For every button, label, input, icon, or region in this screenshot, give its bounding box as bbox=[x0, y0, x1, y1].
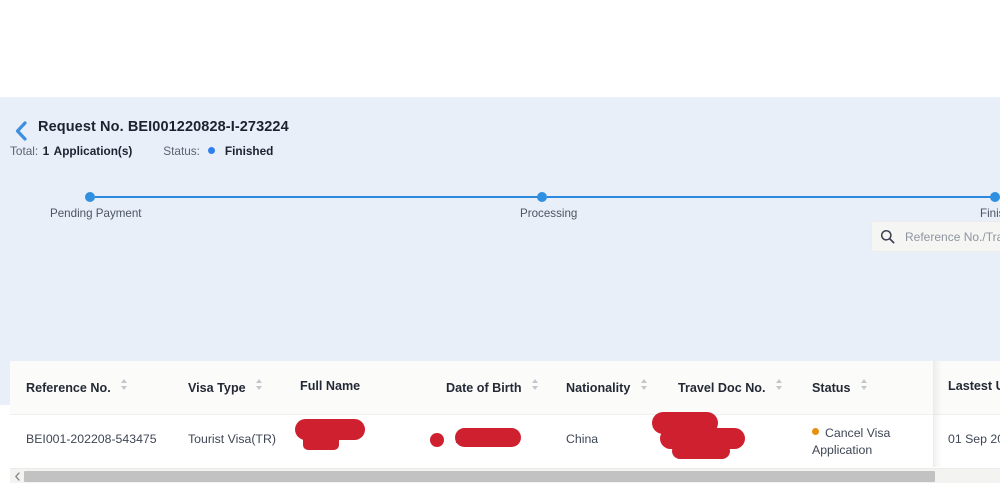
horizontal-scrollbar[interactable] bbox=[10, 468, 1000, 483]
sort-icon[interactable] bbox=[256, 379, 263, 391]
scrollbar-left-arrow-icon[interactable] bbox=[10, 469, 24, 484]
stepper-line-1 bbox=[95, 196, 542, 198]
date-of-birth-redaction bbox=[455, 428, 521, 447]
progress-stepper: Pending Payment Processing Finished bbox=[0, 190, 1000, 240]
total-label: Total: bbox=[10, 144, 39, 158]
cell-visa-type: Tourist Visa(TR) bbox=[188, 432, 276, 446]
frozen-column-shadow bbox=[934, 361, 942, 467]
table-header-row: Reference No. Visa Type Full Name Date o… bbox=[10, 361, 1000, 415]
full-name-redaction-2 bbox=[303, 433, 339, 450]
total-unit: Application(s) bbox=[53, 144, 133, 158]
column-header-date-of-birth[interactable]: Date of Birth bbox=[446, 379, 539, 395]
cell-status: Cancel Visa Application bbox=[812, 425, 908, 459]
column-header-status[interactable]: Status bbox=[812, 379, 868, 395]
cell-status-text: Cancel Visa Application bbox=[812, 426, 891, 457]
stepper-dot-pending-payment[interactable] bbox=[85, 192, 95, 202]
stepper-label-pending-payment: Pending Payment bbox=[50, 207, 142, 220]
cell-lastest-update: 01 Sep 20 bbox=[948, 432, 1000, 446]
total-value: 1 bbox=[42, 144, 50, 158]
status-dot-icon bbox=[812, 428, 819, 435]
stepper-dot-processing[interactable] bbox=[537, 192, 547, 202]
app-root: Request No. BEI001220828-I-273224 Total:… bbox=[0, 0, 1000, 500]
page-title: Request No. BEI001220828-I-273224 bbox=[38, 119, 289, 135]
column-header-lastest-update[interactable]: Lastest U bbox=[948, 379, 1000, 393]
cell-nationality: China bbox=[566, 432, 599, 446]
table-inner: Reference No. Visa Type Full Name Date o… bbox=[10, 361, 1000, 467]
stepper-label-processing: Processing bbox=[520, 207, 578, 220]
sort-icon[interactable] bbox=[776, 379, 783, 391]
stepper-label-finished: Finished bbox=[980, 207, 1000, 220]
column-header-reference-no[interactable]: Reference No. bbox=[26, 379, 128, 395]
status-dot-icon bbox=[208, 147, 216, 154]
scrollbar-track[interactable] bbox=[24, 469, 1000, 484]
status-label: Status: bbox=[163, 144, 200, 158]
sort-icon[interactable] bbox=[532, 379, 539, 391]
cell-reference-no: BEI001-202208-543475 bbox=[26, 432, 157, 446]
scrollbar-thumb[interactable] bbox=[24, 470, 935, 482]
applications-table: Reference No. Visa Type Full Name Date o… bbox=[10, 361, 1000, 467]
request-detail-panel: Request No. BEI001220828-I-273224 Total:… bbox=[0, 97, 1000, 483]
chevron-left-icon[interactable] bbox=[12, 120, 30, 142]
column-header-full-name[interactable]: Full Name bbox=[300, 379, 360, 393]
travel-doc-redaction-3 bbox=[672, 443, 730, 459]
request-meta: Total: 1 Application(s) Status: Finished bbox=[10, 142, 273, 160]
column-header-nationality[interactable]: Nationality bbox=[566, 379, 648, 395]
column-header-visa-type[interactable]: Visa Type bbox=[188, 379, 263, 395]
sort-icon[interactable] bbox=[861, 379, 868, 391]
stepper-line-2 bbox=[547, 196, 995, 198]
stepper-dot-finished[interactable] bbox=[990, 192, 1000, 202]
sort-icon[interactable] bbox=[121, 379, 128, 391]
status-badge: Finished bbox=[224, 144, 274, 158]
date-of-birth-redaction-dot bbox=[430, 433, 444, 447]
sort-icon[interactable] bbox=[640, 379, 648, 391]
column-header-travel-doc-no[interactable]: Travel Doc No. bbox=[678, 379, 783, 395]
